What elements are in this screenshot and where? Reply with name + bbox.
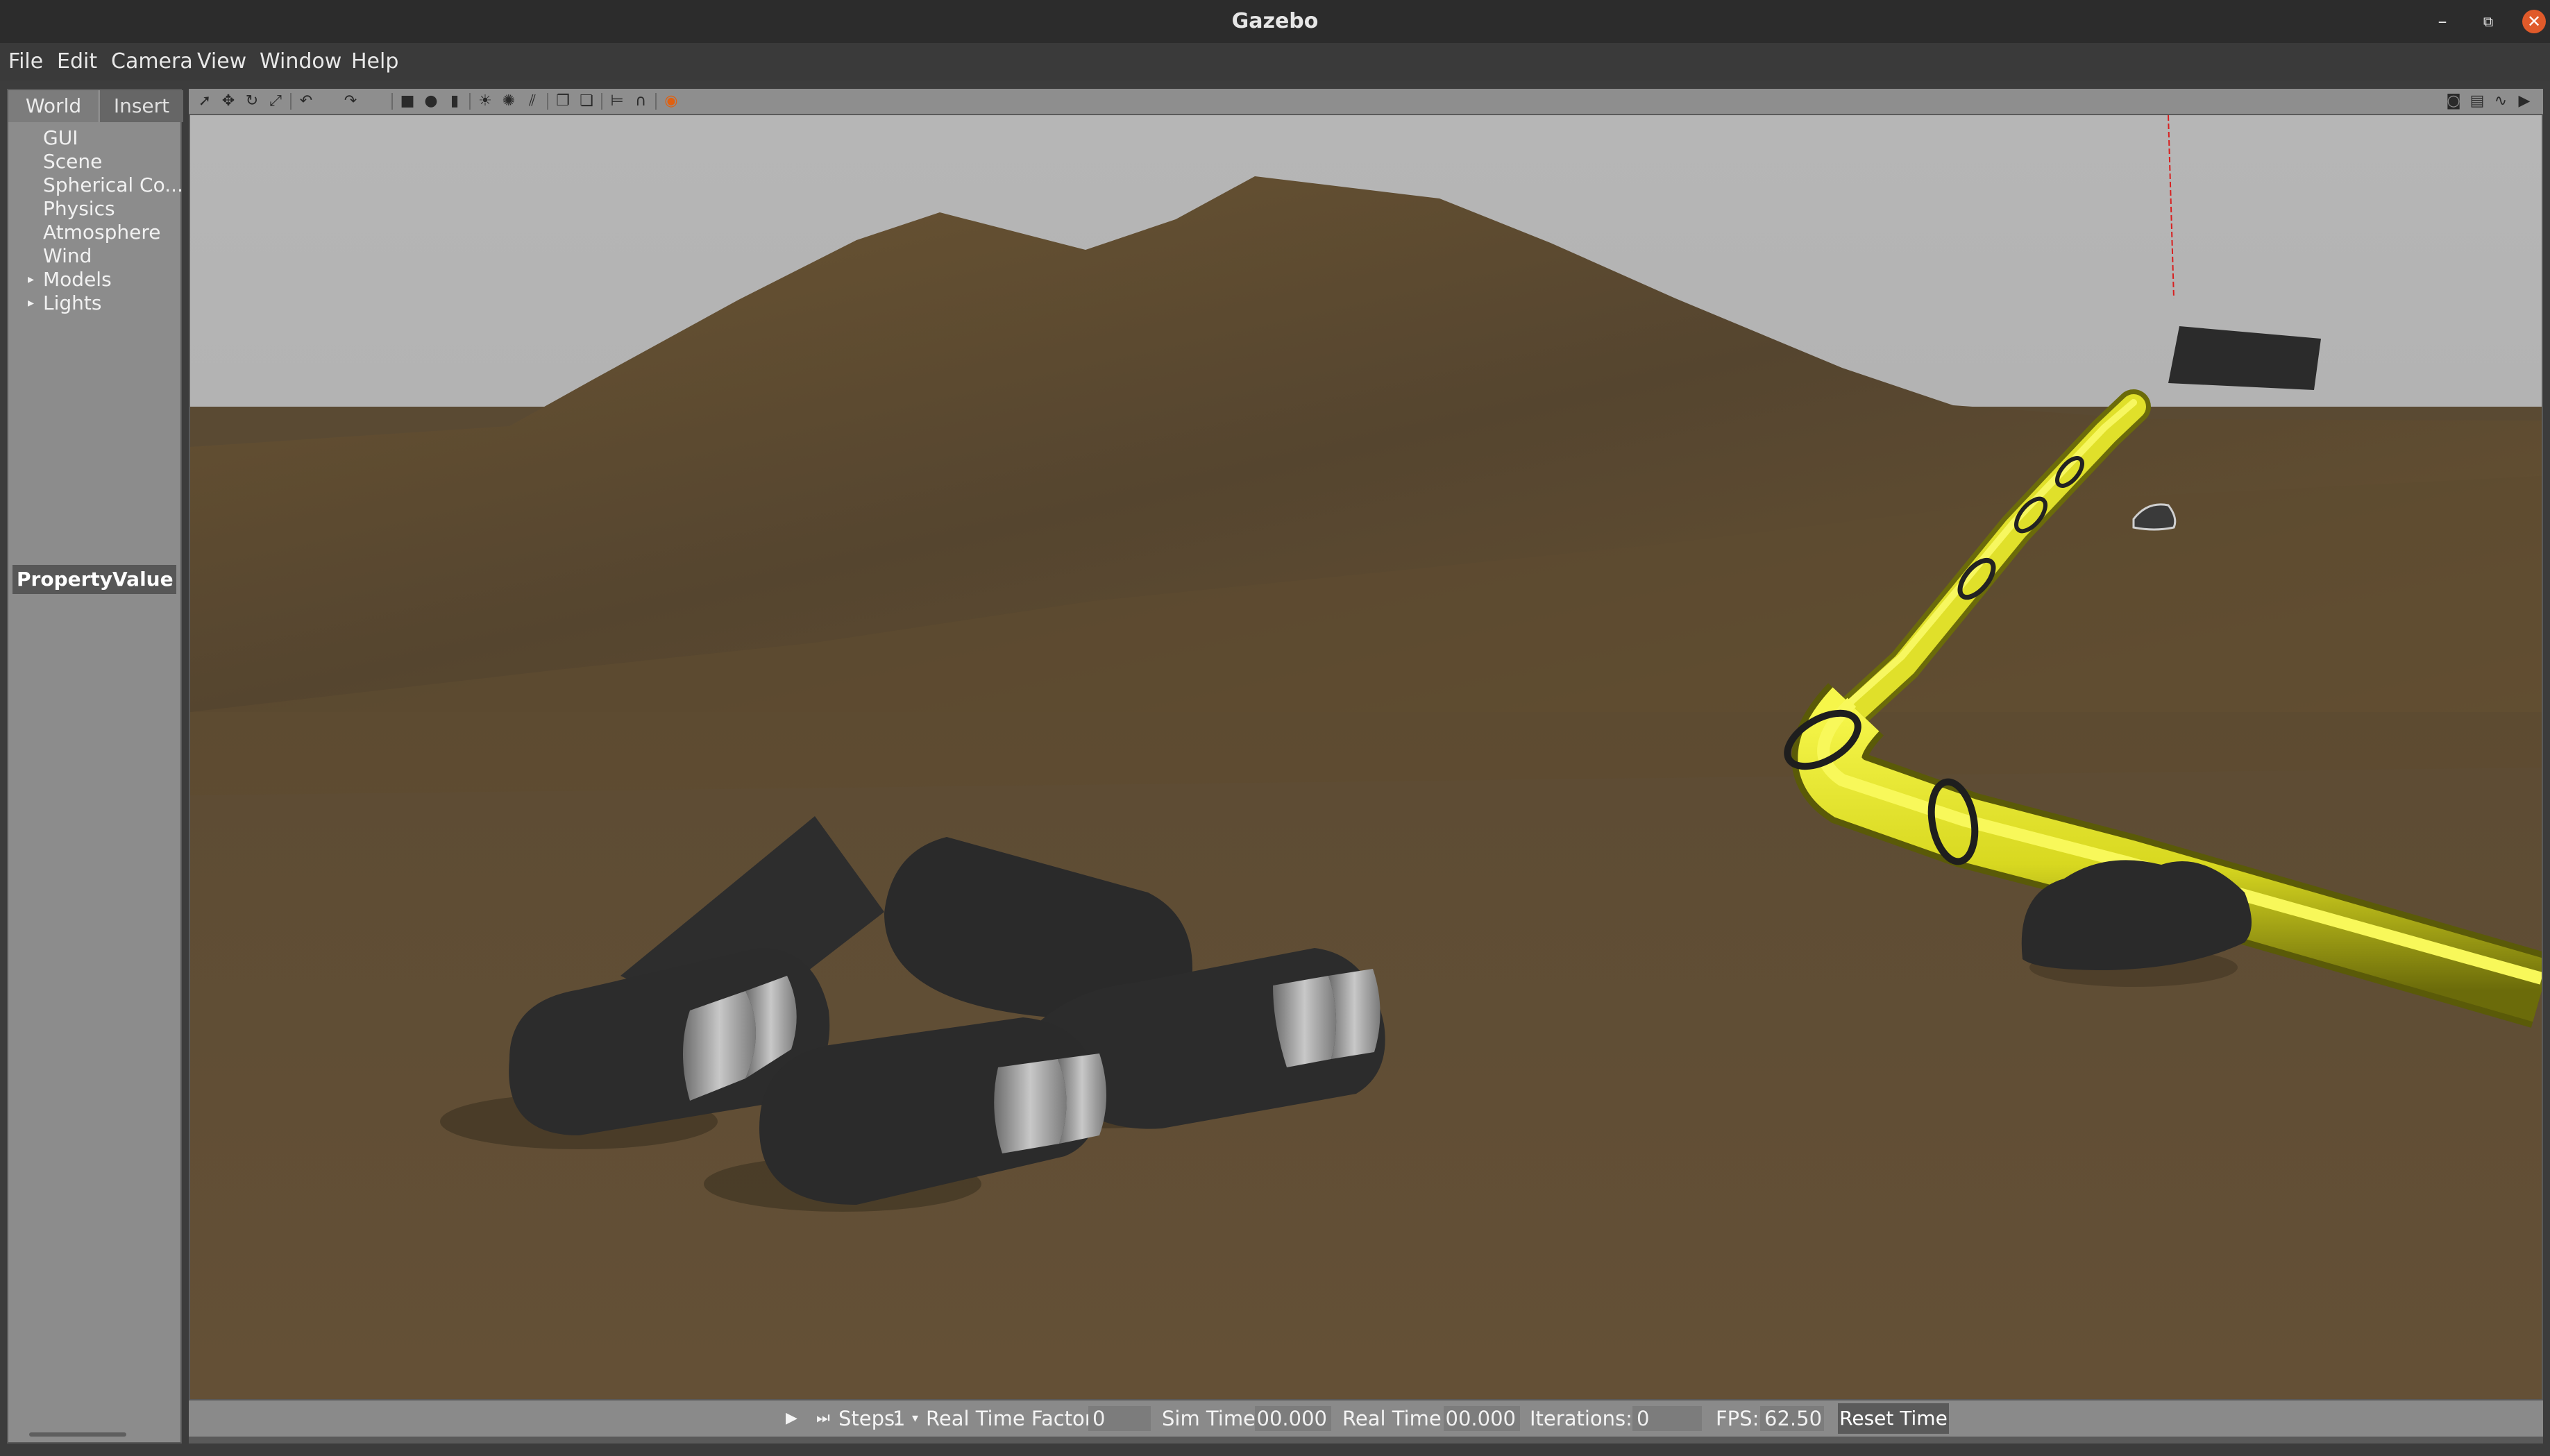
- select-arrow-icon[interactable]: ➚: [196, 92, 214, 110]
- menu-file[interactable]: File: [8, 49, 43, 75]
- tree-item-gui[interactable]: GUI: [43, 126, 182, 149]
- iterations-label: Iterations:: [1530, 1407, 1632, 1430]
- log-icon[interactable]: ▤: [2468, 92, 2486, 110]
- tree-item-lights[interactable]: Lights: [43, 291, 182, 314]
- sim-time-value: 00:00:00.000: [1255, 1406, 1331, 1431]
- cylinder-icon[interactable]: ▮: [446, 92, 464, 110]
- title-bar: Gazebo – ⧉ ✕: [0, 0, 2550, 43]
- minimize-button[interactable]: –: [2431, 10, 2454, 33]
- tab-insert[interactable]: Insert: [100, 90, 183, 122]
- tab-world[interactable]: World: [8, 90, 99, 122]
- tree-item-models[interactable]: Models: [43, 268, 182, 291]
- menu-view[interactable]: View: [197, 49, 246, 75]
- real-time-value: 00:00:00.000: [1444, 1406, 1520, 1431]
- spot-light-icon[interactable]: ✺: [500, 92, 518, 110]
- menu-bar: File Edit Camera View Window Help: [0, 43, 2550, 81]
- fps-value: 62.50: [1760, 1406, 1824, 1431]
- snap-icon[interactable]: ∩: [632, 92, 650, 110]
- maximize-button[interactable]: ⧉: [2476, 10, 2500, 33]
- directional-light-icon[interactable]: ⫽: [523, 92, 541, 110]
- copy-icon[interactable]: ❐: [554, 92, 572, 110]
- toolbar-divider: [290, 93, 292, 110]
- point-light-icon[interactable]: ☀: [476, 92, 494, 110]
- rotate-icon[interactable]: ↻: [243, 92, 261, 110]
- tree-item-scene[interactable]: Scene: [43, 150, 182, 173]
- toolbar-divider: [655, 93, 657, 110]
- plot-icon[interactable]: ∿: [2492, 92, 2510, 110]
- rtf-value: 0: [1088, 1406, 1151, 1431]
- paste-icon[interactable]: ❏: [577, 92, 596, 110]
- toolbar-divider: [547, 93, 548, 110]
- scale-icon[interactable]: ⤢: [267, 92, 285, 110]
- menu-help[interactable]: Help: [351, 49, 398, 75]
- screenshot-icon[interactable]: ◙: [2445, 92, 2463, 110]
- render-area: ➚ ✥ ↻ ⤢ ↶ ↷ ■ ● ▮ ☀ ✺ ⫽ ❐ ❏ ⊨ ∩ ◉ ◙ ▤ ∿ …: [189, 89, 2543, 1444]
- rtf-label: Real Time Factor:: [926, 1407, 1099, 1430]
- sphere-icon[interactable]: ●: [422, 92, 440, 110]
- module-3-hatch: [1328, 969, 1380, 1059]
- window-title: Gazebo: [1231, 9, 1319, 33]
- undo-icon[interactable]: ↶: [297, 92, 315, 110]
- box-icon[interactable]: ■: [398, 92, 416, 110]
- menu-window[interactable]: Window: [260, 49, 341, 75]
- menu-camera[interactable]: Camera: [111, 49, 193, 75]
- iterations-value: 0: [1632, 1406, 1702, 1431]
- real-time-label: Real Time:: [1342, 1407, 1449, 1430]
- play-icon[interactable]: ▶: [786, 1406, 797, 1431]
- toolbar-divider: [601, 93, 602, 110]
- sim-time-label: Sim Time:: [1162, 1407, 1263, 1430]
- fps-label: FPS:: [1716, 1407, 1759, 1430]
- simulation-status-bar: ▶ ⏭ Steps: 1 ▾ Real Time Factor: 0 Sim T…: [189, 1400, 2543, 1437]
- toolbar-divider: [391, 93, 393, 110]
- world-panel: World Insert GUI Scene Spherical Co... P…: [7, 89, 183, 1444]
- module-4-hatch: [994, 1059, 1067, 1153]
- redo-icon[interactable]: ↷: [341, 92, 360, 110]
- menu-edit[interactable]: Edit: [57, 49, 97, 75]
- video-icon[interactable]: ▶: [2515, 92, 2533, 110]
- expand-arrow-icon[interactable]: ▸: [28, 272, 34, 287]
- tree-item-wind[interactable]: Wind: [43, 244, 182, 267]
- 3d-scene-view[interactable]: [190, 115, 2542, 1399]
- tree-item-spherical[interactable]: Spherical Co...: [43, 173, 182, 196]
- toolbar-divider: [469, 93, 471, 110]
- close-button[interactable]: ✕: [2522, 10, 2546, 33]
- scene-toolbar: ➚ ✥ ↻ ⤢ ↶ ↷ ■ ● ▮ ☀ ✺ ⫽ ❐ ❏ ⊨ ∩ ◉ ◙ ▤ ∿ …: [189, 89, 2543, 114]
- change-view-icon[interactable]: ◉: [662, 92, 680, 110]
- tree-item-atmosphere[interactable]: Atmosphere: [43, 221, 182, 244]
- reset-time-button[interactable]: Reset Time: [1838, 1403, 1949, 1434]
- property-header: PropertyValue: [12, 565, 176, 594]
- translate-icon[interactable]: ✥: [219, 92, 237, 110]
- align-icon[interactable]: ⊨: [608, 92, 626, 110]
- step-icon[interactable]: ⏭: [816, 1406, 830, 1431]
- tree-item-physics[interactable]: Physics: [43, 197, 182, 220]
- expand-arrow-icon[interactable]: ▸: [28, 296, 34, 310]
- chevron-down-icon[interactable]: ▾: [912, 1406, 918, 1431]
- panel-scrollbar[interactable]: [29, 1432, 126, 1437]
